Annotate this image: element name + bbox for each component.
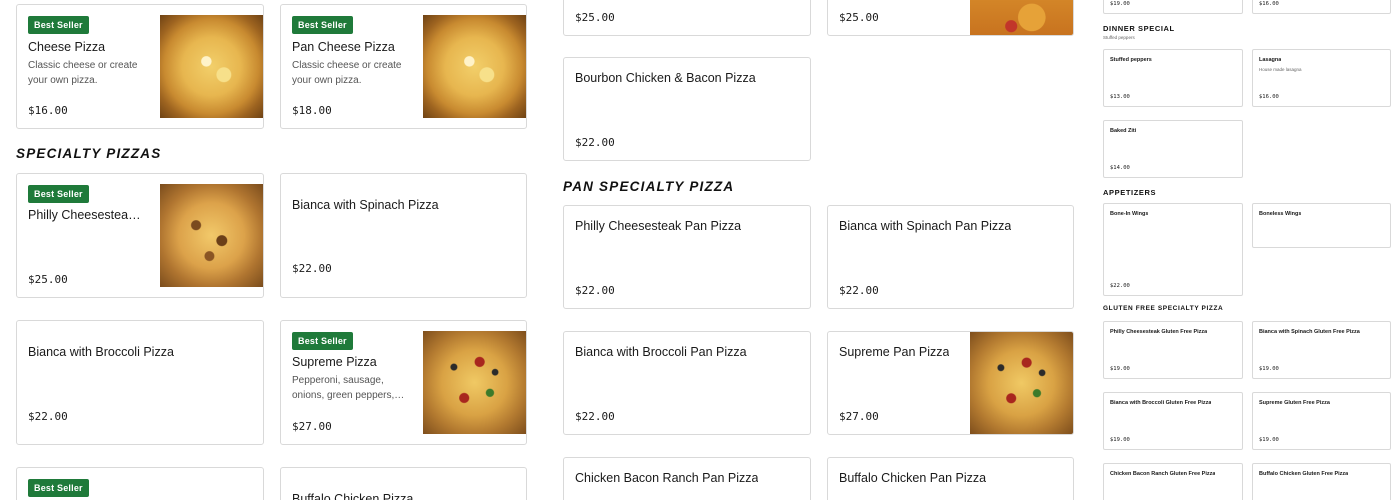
item-title: Bianca with Broccoli Pan Pizza xyxy=(575,345,747,359)
menu-item-baked-ziti[interactable]: Baked Ziti $14.00 xyxy=(1103,120,1243,178)
best-seller-badge: Best Seller xyxy=(28,479,89,497)
item-price: $18.00 xyxy=(292,104,332,117)
item-title: Bianca with Broccoli Gluten Free Pizza xyxy=(1110,400,1212,406)
item-price: $27.00 xyxy=(839,410,879,423)
item-price: $25.00 xyxy=(28,273,68,286)
item-title: Buffalo Chicken Pizza xyxy=(292,492,414,500)
item-price: $19.00 xyxy=(1110,366,1130,372)
menu-item-supreme-gluten-free-pizza[interactable]: Supreme Gluten Free Pizza $19.00 xyxy=(1252,392,1391,450)
item-title: Cheese Pizza xyxy=(28,40,106,54)
item-title: Bourbon Chicken & Bacon Pizza xyxy=(575,71,756,85)
menu-item-cheese-pizza[interactable]: Best Seller Cheese Pizza Classic cheese … xyxy=(16,4,264,129)
item-price: $16.00 xyxy=(1259,1,1279,7)
menu-item-bone-in-wings[interactable]: Bone-In Wings $22.00 xyxy=(1103,203,1243,296)
menu-item-buffalo-chicken-gluten-free-pizza[interactable]: Buffalo Chicken Gluten Free Pizza xyxy=(1252,463,1391,500)
section-title-dinner-special: Dinner Special xyxy=(1103,24,1175,33)
menu-item-pan-cheese-pizza[interactable]: Best Seller Pan Cheese Pizza Classic che… xyxy=(280,4,527,129)
menu-item-partial-top[interactable]: $25.00 xyxy=(827,0,1074,36)
menu-item-bianca-broccoli-gluten-free-pizza[interactable]: Bianca with Broccoli Gluten Free Pizza $… xyxy=(1103,392,1243,450)
menu-item-buffalo-chicken-pizza[interactable]: Buffalo Chicken Pizza xyxy=(280,467,527,500)
item-title: Philly Cheesesteak Pan Pizza xyxy=(575,219,742,233)
pizza-photo xyxy=(970,332,1073,434)
pizza-photo xyxy=(160,15,263,118)
menu-item-boneless-wings[interactable]: Boneless Wings xyxy=(1252,203,1391,248)
item-title: Stuffed peppers xyxy=(1110,57,1152,63)
menu-item-bianca-broccoli-pan-pizza[interactable]: Bianca with Broccoli Pan Pizza $22.00 xyxy=(563,331,811,435)
item-price: $22.00 xyxy=(292,262,332,275)
menu-item-partial-top[interactable]: $16.00 xyxy=(1252,0,1391,14)
item-title: Lasagna xyxy=(1259,57,1282,63)
menu-item-supreme-pizza[interactable]: Best Seller Supreme Pizza Pepperoni, sau… xyxy=(280,320,527,445)
section-subtitle: Stuffed peppers xyxy=(1103,35,1135,40)
item-price: $22.00 xyxy=(575,284,615,297)
best-seller-badge: Best Seller xyxy=(292,16,353,34)
section-title-gluten-free-specialty-pizza: Gluten Free Specialty Pizza xyxy=(1103,305,1224,312)
item-title: Philly Cheesesteak… xyxy=(28,208,143,222)
section-title-specialty-pizzas: Specialty Pizzas xyxy=(16,146,162,161)
item-price: $13.00 xyxy=(1110,94,1130,100)
item-title: Supreme Pizza xyxy=(292,355,377,369)
item-title: Bianca with Spinach Pizza xyxy=(292,198,439,212)
best-seller-badge: Best Seller xyxy=(28,16,89,34)
item-title: Supreme Gluten Free Pizza xyxy=(1259,400,1330,406)
item-title: Pan Cheese Pizza xyxy=(292,40,395,54)
item-price: $19.00 xyxy=(1110,437,1130,443)
best-seller-badge: Best Seller xyxy=(292,332,353,350)
item-price: $19.00 xyxy=(1259,366,1279,372)
item-title: Bianca with Broccoli Pizza xyxy=(28,345,174,359)
menu-item-bourbon-chicken-bacon-pizza[interactable]: Bourbon Chicken & Bacon Pizza $22.00 xyxy=(563,57,811,161)
item-title: Bone-In Wings xyxy=(1110,211,1149,217)
item-price: $22.00 xyxy=(839,284,879,297)
menu-item-chicken-bacon-ranch-gluten-free-pizza[interactable]: Chicken Bacon Ranch Gluten Free Pizza xyxy=(1103,463,1243,500)
menu-item-supreme-pan-pizza[interactable]: Supreme Pan Pizza $27.00 xyxy=(827,331,1074,435)
item-title: Philly Cheesesteak Gluten Free Pizza xyxy=(1110,329,1208,335)
menu-item-bianca-spinach-pizza[interactable]: Bianca with Spinach Pizza $22.00 xyxy=(280,173,527,298)
item-title: Bianca with Spinach Gluten Free Pizza xyxy=(1259,329,1360,335)
item-description: Classic cheese or create your own pizza. xyxy=(292,60,402,86)
item-price: $19.00 xyxy=(1259,437,1279,443)
item-price: $16.00 xyxy=(1259,94,1279,100)
menu-item-partial[interactable]: Best Seller xyxy=(16,467,264,500)
best-seller-badge: Best Seller xyxy=(28,185,89,203)
menu-item-philly-cheesesteak-pan-pizza[interactable]: Philly Cheesesteak Pan Pizza $22.00 xyxy=(563,205,811,309)
item-price: $19.00 xyxy=(1110,1,1130,7)
item-description: Classic cheese or create your own pizza. xyxy=(28,60,138,86)
item-description: House made lasagna xyxy=(1259,67,1302,72)
item-title: Bianca with Spinach Pan Pizza xyxy=(839,219,1012,233)
menu-item-buffalo-chicken-pan-pizza[interactable]: Buffalo Chicken Pan Pizza xyxy=(827,457,1074,500)
pizza-photo xyxy=(423,15,526,118)
menu-item-chicken-bacon-ranch-pan-pizza[interactable]: Chicken Bacon Ranch Pan Pizza xyxy=(563,457,811,500)
item-description: Pepperoni, sausage, onions, green pepper… xyxy=(292,375,405,401)
item-title: Supreme Pan Pizza xyxy=(839,345,950,359)
item-price: $25.00 xyxy=(839,11,879,24)
item-title: Boneless Wings xyxy=(1259,211,1302,217)
menu-item-philly-cheesesteak-gluten-free-pizza[interactable]: Philly Cheesesteak Gluten Free Pizza $19… xyxy=(1103,321,1243,379)
section-title-appetizers: Appetizers xyxy=(1103,188,1157,197)
item-price: $16.00 xyxy=(28,104,68,117)
menu-item-partial-top[interactable]: $19.00 xyxy=(1103,0,1243,14)
item-price: $22.00 xyxy=(1110,283,1130,289)
item-price: $22.00 xyxy=(575,410,615,423)
item-title: Buffalo Chicken Gluten Free Pizza xyxy=(1259,471,1349,477)
menu-item-stuffed-peppers[interactable]: Stuffed peppers $13.00 xyxy=(1103,49,1243,107)
pizza-photo xyxy=(160,184,263,287)
item-price: $22.00 xyxy=(575,136,615,149)
menu-item-lasagna[interactable]: Lasagna House made lasagna $16.00 xyxy=(1252,49,1391,107)
menu-item-bianca-spinach-gluten-free-pizza[interactable]: Bianca with Spinach Gluten Free Pizza $1… xyxy=(1252,321,1391,379)
item-title: Chicken Bacon Ranch Pan Pizza xyxy=(575,471,759,485)
item-title: Buffalo Chicken Pan Pizza xyxy=(839,471,987,485)
item-price: $22.00 xyxy=(28,410,68,423)
pizza-photo xyxy=(970,0,1073,35)
item-price: $25.00 xyxy=(575,11,615,24)
section-title-pan-specialty-pizza: Pan Specialty Pizza xyxy=(563,179,735,194)
menu-item-partial-top[interactable]: $25.00 xyxy=(563,0,811,36)
menu-item-philly-cheesesteak-pizza[interactable]: Best Seller Philly Cheesesteak… $25.00 xyxy=(16,173,264,298)
item-title: Chicken Bacon Ranch Gluten Free Pizza xyxy=(1110,471,1216,477)
menu-item-bianca-broccoli-pizza[interactable]: Bianca with Broccoli Pizza $22.00 xyxy=(16,320,264,445)
menu-item-bianca-spinach-pan-pizza[interactable]: Bianca with Spinach Pan Pizza $22.00 xyxy=(827,205,1074,309)
item-price: $14.00 xyxy=(1110,165,1130,171)
pizza-photo xyxy=(423,331,526,434)
item-price: $27.00 xyxy=(292,420,332,433)
item-title: Baked Ziti xyxy=(1110,128,1137,134)
